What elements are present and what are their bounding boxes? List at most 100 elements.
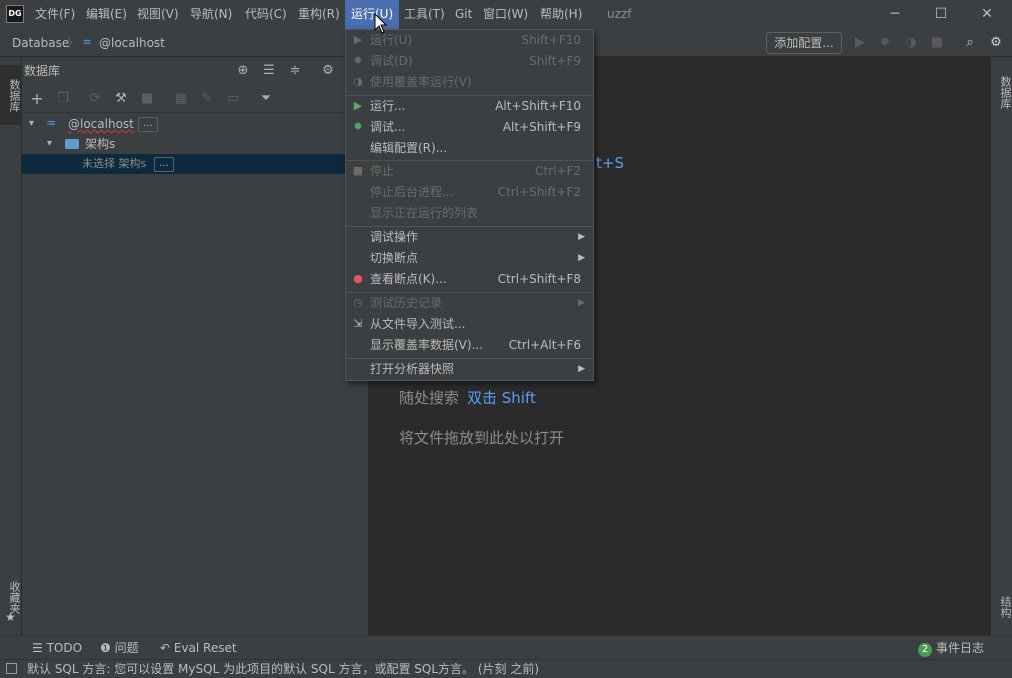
event-log-tab[interactable]: 2 事件日志	[918, 636, 984, 660]
menu-item-shortcut: Alt+Shift+F9	[502, 120, 581, 134]
menu-refactor[interactable]: 重构(R)	[292, 0, 346, 29]
menu-bar: DG 文件(F) 编辑(E) 视图(V) 导航(N) 代码(C) 重构(R) 运…	[0, 0, 1012, 29]
menu-item-shortcut: Ctrl+Alt+F6	[508, 338, 581, 352]
mouse-cursor-icon	[374, 13, 388, 34]
expand-all-icon[interactable]: ☰	[258, 59, 280, 83]
menu-item-debug-dialog[interactable]: ✹ 调试... Alt+Shift+F9	[346, 117, 593, 138]
menu-item-import-tests[interactable]: ⇲ 从文件导入测试...	[346, 314, 593, 335]
tab-right-database[interactable]: 数据库	[991, 67, 1012, 117]
menu-item-label: 显示正在运行的列表	[370, 206, 479, 220]
menu-item-label: 停止后台进程...	[370, 185, 454, 199]
menu-item-label: 显示覆盖率数据(V)...	[370, 338, 484, 352]
gear-icon[interactable]: ⚙	[987, 34, 1005, 52]
right-tool-strip: 数据库 结构	[990, 57, 1012, 635]
menu-item-test-history[interactable]: ◷ 测试历史记录 ▶	[346, 293, 593, 314]
add-configuration-button[interactable]: 添加配置...	[766, 32, 842, 54]
tab-structure[interactable]: 结构	[991, 587, 1012, 627]
menu-help[interactable]: 帮助(H)	[534, 0, 588, 29]
menu-git[interactable]: Git	[449, 0, 478, 29]
menu-item-label: 运行...	[370, 99, 406, 113]
host-more-button[interactable]: ...	[132, 114, 158, 134]
menu-item-profiler-snapshot[interactable]: 打开分析器快照 ▶	[346, 359, 593, 380]
menu-navigate[interactable]: 导航(N)	[184, 0, 238, 29]
menu-run[interactable]: 运行(U)	[345, 0, 400, 29]
refresh-icon[interactable]: ⟳	[84, 87, 106, 111]
eval-reset-label: Eval Reset	[173, 641, 237, 655]
coverage-icon[interactable]: ◑	[902, 34, 920, 52]
menu-item-shortcut: Ctrl+Shift+F2	[497, 185, 581, 199]
panel-gear-icon[interactable]: ⚙	[317, 59, 339, 83]
breadcrumb-separator: 〉	[67, 36, 80, 50]
chevron-right-icon: ▶	[578, 364, 585, 374]
chevron-down-icon[interactable]: ▾	[47, 134, 52, 154]
chevron-right-icon: ▶	[578, 298, 585, 308]
problems-tab[interactable]: ❶ 问题	[100, 636, 139, 660]
host-label: @localhost	[68, 117, 134, 131]
run-icon: ▶	[353, 99, 363, 112]
menu-item-show-running-list[interactable]: 显示正在运行的列表	[346, 203, 593, 224]
eval-reset-tab[interactable]: ↶ Eval Reset	[160, 636, 237, 660]
menu-item-run-dialog[interactable]: ▶ 运行... Alt+Shift+F10	[346, 96, 593, 117]
tree-row-host[interactable]: ▾ ♒ @localhost ...	[22, 114, 368, 134]
todo-tab[interactable]: ☰ TODO	[32, 636, 82, 660]
maximize-button[interactable]: ☐	[918, 0, 964, 29]
copy-icon[interactable]: ❐	[52, 87, 74, 111]
unselected-more-button[interactable]: ...	[148, 154, 174, 174]
tree-row-unselected[interactable]: 未选择 架构s ...	[22, 154, 368, 174]
status-text[interactable]: 默认 SQL 方言: 您可以设置 MySQL 为此项目的默认 SQL 方言，或配…	[27, 660, 539, 678]
window-icon[interactable]	[6, 663, 17, 674]
info-icon: ❶	[100, 641, 115, 655]
menu-window[interactable]: 窗口(W)	[477, 0, 534, 29]
debug-icon[interactable]: ✹	[876, 34, 894, 52]
import-icon: ⇲	[353, 317, 363, 330]
run-icon[interactable]: ▶	[851, 34, 869, 52]
menu-item-shortcut: Ctrl+F2	[535, 164, 581, 178]
bottom-tool-bar: ☰ TODO ❶ 问题 ↶ Eval Reset 2 事件日志	[0, 635, 1012, 659]
menu-item-stop-background[interactable]: 停止后台进程... Ctrl+Shift+F2	[346, 182, 593, 203]
properties-icon[interactable]: ⚒	[110, 87, 132, 111]
menu-item-debug-actions[interactable]: 调试操作 ▶	[346, 227, 593, 248]
star-icon: ★	[5, 610, 16, 624]
edit-icon[interactable]: ✎	[196, 87, 218, 111]
drop-files-hint: 将文件拖放到此处以打开	[399, 429, 565, 447]
menu-item-label: 测试历史记录	[370, 296, 443, 310]
menu-item-label: 使用覆盖率运行(V)	[370, 75, 472, 89]
menu-item-edit-configurations[interactable]: 编辑配置(R)...	[346, 138, 593, 159]
stop-icon[interactable]: ■	[928, 34, 946, 52]
crosshair-icon[interactable]: ⊕	[232, 59, 254, 83]
status-bar: 默认 SQL 方言: 您可以设置 MySQL 为此项目的默认 SQL 方言，或配…	[0, 659, 1012, 678]
stop-icon[interactable]: ■	[136, 87, 158, 111]
menu-item-view-breakpoints[interactable]: ● 查看断点(K)... Ctrl+Shift+F8	[346, 269, 593, 290]
menu-edit[interactable]: 编辑(E)	[80, 0, 133, 29]
breadcrumb-root[interactable]: Database	[12, 29, 69, 57]
console-icon[interactable]: ▭	[222, 87, 244, 111]
breakpoints-icon: ●	[353, 272, 363, 285]
add-icon[interactable]: +	[26, 87, 48, 111]
search-icon[interactable]: ⌕	[961, 34, 979, 52]
close-button[interactable]: ✕	[964, 0, 1010, 29]
menu-item-show-coverage[interactable]: 显示覆盖率数据(V)... Ctrl+Alt+F6	[346, 335, 593, 356]
search-everywhere-hint: 随处搜索 双击 Shift	[399, 387, 536, 408]
menu-code[interactable]: 代码(C)	[239, 0, 293, 29]
database-tab-label: 数据库	[8, 78, 21, 112]
menu-item-toggle-breakpoint[interactable]: 切换断点 ▶	[346, 248, 593, 269]
collapse-all-icon[interactable]: ≑	[284, 59, 306, 83]
table-icon[interactable]: ▦	[170, 87, 192, 111]
undo-icon: ↶	[160, 641, 174, 655]
menu-item-stop[interactable]: ■ 停止 Ctrl+F2	[346, 161, 593, 182]
tree-row-schemas[interactable]: ▾ 架构s	[22, 134, 368, 154]
tab-database[interactable]: 数据库	[0, 65, 22, 125]
menu-item-run-coverage[interactable]: ◑ 使用覆盖率运行(V)	[346, 72, 593, 93]
minimize-button[interactable]: ─	[872, 0, 918, 29]
breadcrumb-item[interactable]: @localhost	[99, 29, 165, 57]
menu-file[interactable]: 文件(F)	[29, 0, 81, 29]
debug-icon: ✹	[353, 120, 363, 133]
menu-tools[interactable]: 工具(T)	[398, 0, 451, 29]
favorites-tab-label: 收藏夹	[8, 580, 21, 614]
chevron-down-icon[interactable]: ▾	[29, 114, 34, 134]
app-logo[interactable]: DG	[6, 5, 24, 23]
menu-item-debug-disabled[interactable]: ✹ 调试(D) Shift+F9	[346, 51, 593, 72]
filter-icon[interactable]: ⏷	[255, 87, 277, 111]
menu-item-shortcut: Shift+F10	[521, 33, 581, 47]
menu-view[interactable]: 视图(V)	[131, 0, 185, 29]
